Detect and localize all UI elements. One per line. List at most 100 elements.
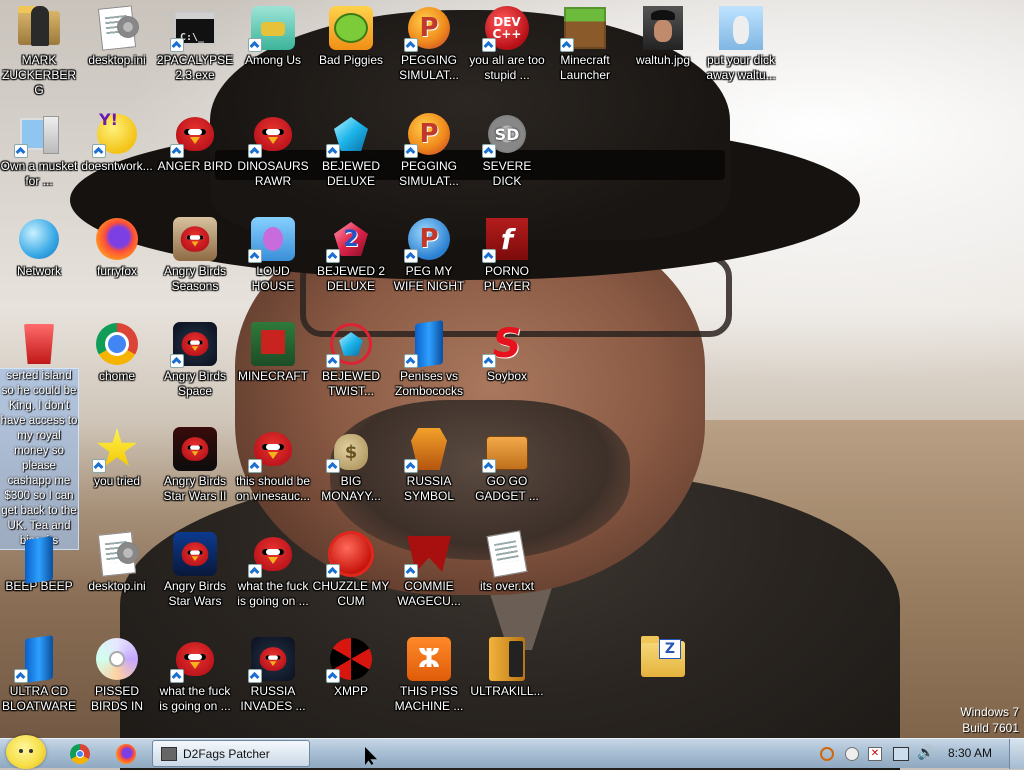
desktop-icon-penises-vs-zombococks[interactable]: Penises vs Zombococks <box>390 320 468 399</box>
desktop-icon-doesntwork[interactable]: Y! doesntwork... <box>78 110 156 174</box>
blue-slab-icon <box>17 532 61 584</box>
desktop-icon-recycle-bin[interactable]: serted island so he could be King. I don… <box>0 322 79 550</box>
desktop-icon-xmpp[interactable]: ⵣ THIS PISS MACHINE ... <box>390 637 468 714</box>
money-bag-icon: $ <box>326 427 373 473</box>
chrome-icon <box>76 750 84 758</box>
game-icon <box>248 6 295 52</box>
desktop-icon-bejewed-twist[interactable]: BEJEWED TWIST... <box>312 322 390 399</box>
desktop-icon-loud-house[interactable]: LOUD HOUSE <box>234 217 312 294</box>
desktop-icon-you-tried[interactable]: you tried <box>78 427 156 489</box>
sd-gear-icon: SD <box>482 112 529 158</box>
taskbar-window-label: D2Fags Patcher <box>183 746 270 761</box>
desktop-icon-ultra-cd[interactable]: PISSED BIRDS IN VIDEO G... <box>78 637 156 714</box>
blue-slab-icon <box>404 320 451 368</box>
desktop-icon-beep-beep[interactable]: BEEP BEEP <box>0 532 78 594</box>
wallpaper-coat <box>120 470 900 770</box>
desktop-icon-commie-wagecu[interactable]: COMMIE WAGECU... <box>390 532 468 609</box>
desktop-icon-anger-bird[interactable]: ANGER BIRD <box>156 112 234 174</box>
desktop-icon-cock-cleaner[interactable]: ULTRA CD BLOATWARE <box>0 635 78 714</box>
angry-birds-star-wars-icon <box>173 427 217 471</box>
desktop-icon-desktop-ini-2[interactable]: desktop.ini <box>78 531 156 594</box>
desktop-icon-bejewed-2-deluxe[interactable]: 2 BEJEWED 2 DELUXE <box>312 217 390 294</box>
soybox-icon: S <box>482 321 529 368</box>
tray-emoji-icon[interactable] <box>845 747 859 761</box>
desktop-icon-angry-birds-space[interactable]: Angry Birds Space <box>156 322 234 399</box>
gem-icon <box>326 112 373 158</box>
desktop-icon-bad-piggies[interactable]: Bad Piggies <box>312 6 390 68</box>
desktop-icon-this-piss-machine[interactable]: ULTRAKILL... <box>468 637 546 699</box>
desktop-icon-what-the-fuck-1[interactable]: what the fuck is going on ... <box>234 532 312 609</box>
tray-action-center-icon[interactable]: ✕ <box>868 747 882 761</box>
commie-icon <box>404 532 451 578</box>
taskbar-pinned-firefox[interactable] <box>116 744 136 764</box>
desktop-icon-severe-dick[interactable]: SD SEVERE DICK <box>468 112 546 189</box>
angry-bird-craft-icon <box>251 322 295 366</box>
desktop-icon-minecraft[interactable]: MINECRAFT <box>234 322 312 384</box>
angry-bird-icon <box>170 637 217 683</box>
desktop-icon-waltuh-jpg[interactable]: waltuh.jpg <box>624 6 702 68</box>
desktop-icon-go-go-gadget[interactable]: GO GO GADGET ... <box>468 427 546 504</box>
radiation-icon <box>326 637 373 683</box>
gem-icon <box>326 322 373 368</box>
desktop-icon-desktop-ini[interactable]: desktop.ini <box>78 5 156 68</box>
angry-birds-seasons-icon <box>173 217 217 261</box>
zip-folder-icon: Z <box>641 636 685 681</box>
taskbar-window-d2fags-patcher[interactable]: D2Fags Patcher <box>152 740 310 767</box>
russia-icon <box>404 427 451 473</box>
desktop-icon-vinesauce[interactable]: this should be on vinesauc... <box>234 427 312 504</box>
angry-bird-icon <box>248 427 295 473</box>
desktop-icon-what-the-fuck-2[interactable]: RUSSIA INVADES ... <box>234 637 312 714</box>
angry-bird-icon <box>248 112 295 158</box>
taskbar-pinned-chrome[interactable] <box>70 744 90 764</box>
desktop-icon-russia-symbol[interactable]: RUSSIA SYMBOL <box>390 427 468 504</box>
desktop-icon-soybox[interactable]: S Soybox <box>468 321 546 384</box>
star-icon <box>92 427 139 473</box>
desktop-icon-bejewed-deluxe[interactable]: BEJEWED DELUXE <box>312 112 390 189</box>
watermark-line-1: Windows 7 <box>960 705 1019 719</box>
desktop-icon-among-us[interactable]: Among Us <box>234 6 312 68</box>
desktop-icon-big-monayy[interactable]: $ BIG MONAYY... <box>312 427 390 504</box>
taskbar: D2Fags Patcher ✕ 🔊 8:30 AM <box>0 735 1024 769</box>
start-smiley-icon <box>19 749 23 753</box>
desktop-icon-chome[interactable]: chome <box>78 322 156 384</box>
desktop-icon-minecraft-launcher[interactable]: Minecraft Launcher <box>546 6 624 83</box>
computer-folder-icon <box>14 112 61 158</box>
tray-clock[interactable]: 8:30 AM <box>948 746 992 760</box>
desktop-icon-own-a-musket[interactable]: Own a musket for ... <box>0 112 78 189</box>
start-button[interactable] <box>6 735 46 769</box>
desktop-icon-russia-invades[interactable]: XMPP <box>312 637 390 699</box>
angry-birds-star-wars-icon <box>173 532 217 576</box>
blue-slab-icon <box>14 635 61 683</box>
tray-network-icon[interactable] <box>893 747 909 761</box>
show-desktop-button[interactable] <box>1009 739 1024 769</box>
desktop-icon-porno-player[interactable]: f PORNO PLAYER <box>468 217 546 294</box>
desktop-icon-angry-birds-star-wars[interactable]: Angry Birds Star Wars <box>156 532 234 609</box>
windows-watermark: Windows 7 Build 7601 <box>960 704 1019 736</box>
desktop-icon-angry-birds-star-wars-2[interactable]: Angry Birds Star Wars II <box>156 427 234 504</box>
tray-search-icon[interactable] <box>820 747 834 761</box>
desktop-icon-peg-my-wife-night[interactable]: P PEG MY WIFE NIGHT <box>390 217 468 294</box>
desktop-icon-pissed-birds[interactable]: what the fuck is going on ... <box>156 637 234 714</box>
yahoo-icon: Y! <box>92 110 139 158</box>
desktop-icon-its-over[interactable]: its over.txt <box>468 530 546 594</box>
desktop-icon-angry-birds-seasons[interactable]: Angry Birds Seasons <box>156 217 234 294</box>
desktop-icon-network[interactable]: Network <box>0 217 78 279</box>
desktop-icon-2pacalypse[interactable]: C:\_ 2PACALYPSE 2.3.exe <box>156 6 234 83</box>
desktop-icon-you-all-are-too-stupid[interactable]: DEV C++ you all are too stupid ... <box>468 6 546 83</box>
grass-block-icon <box>560 6 607 52</box>
desktop-icon-put-your-dick-away[interactable]: put your dick away waltu... <box>702 6 780 83</box>
desktop-icon-pegging-simulat-2[interactable]: P PEGGING SIMULAT... <box>390 112 468 189</box>
firefox-icon <box>95 217 139 261</box>
desktop-icon-chuzzle[interactable]: CHUZZLE MY CUM <box>312 532 390 609</box>
desktop-icon-pegging-simulat-1[interactable]: P PEGGING SIMULAT... <box>390 6 468 83</box>
config-file-icon <box>95 531 139 577</box>
tray-volume-icon[interactable]: 🔊 <box>917 746 934 760</box>
flash-icon: f <box>482 217 529 263</box>
angry-bird-icon <box>170 112 217 158</box>
desktop-icon-mark-zuckerberg[interactable]: MARK ZUCKERBERG <box>0 6 78 98</box>
desktop-icon-furryfox[interactable]: furryfox <box>78 217 156 279</box>
console-window-icon: C:\_ <box>170 6 217 52</box>
photo-icon <box>719 6 763 50</box>
desktop-icon-dinosaurs-rawr[interactable]: DINOSAURS RAWR <box>234 112 312 189</box>
desktop-icon-ultrakill[interactable]: Z <box>624 636 702 684</box>
